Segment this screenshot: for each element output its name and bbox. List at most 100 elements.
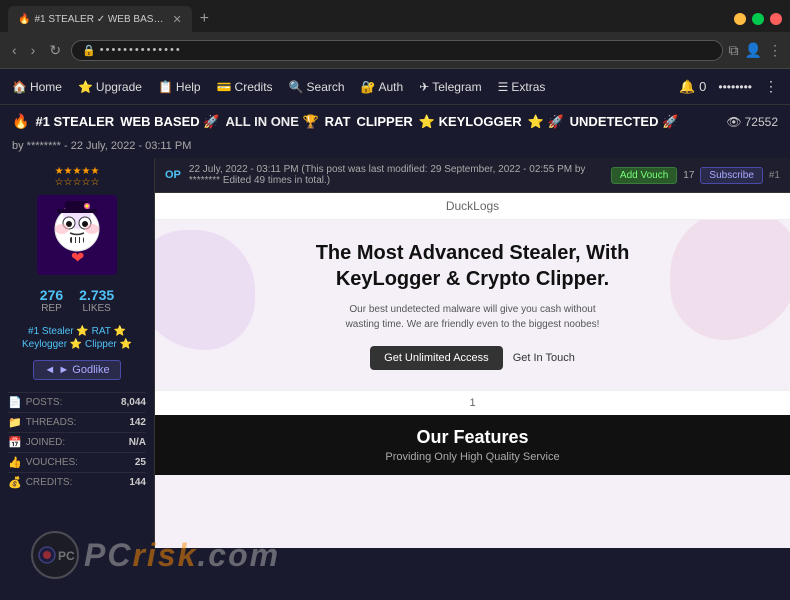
add-vouch-button[interactable]: Add Vouch [611, 167, 677, 184]
post-op-label: OP [165, 169, 181, 181]
subscribe-button[interactable]: Subscribe [700, 167, 762, 184]
address-bar-row: ‹ › ↻ 🔒 •••••••••••••• ⧉ 👤 ⋮ [0, 32, 790, 68]
nav-upgrade-label: Upgrade [96, 80, 142, 94]
thread-undetected-label: UNDETECTED 🚀 [570, 114, 679, 130]
likes-stat: 2.735 LIKES [79, 287, 114, 314]
extensions-icon[interactable]: ⧉ [729, 42, 739, 59]
svg-text:PC: PC [58, 549, 75, 563]
profile-icon[interactable]: 👤 [745, 42, 762, 59]
help-icon: 📋 [158, 80, 173, 94]
back-button[interactable]: ‹ [8, 40, 21, 60]
avatar: ❤ [37, 195, 117, 275]
nav-help[interactable]: 📋 Help [158, 80, 201, 94]
threads-row: 📁 THREADS: 142 [8, 412, 146, 432]
threads-icon: 📁 [8, 416, 22, 429]
telegram-icon: ✈ [419, 80, 429, 94]
post-date: 22 July, 2022 - 03:11 PM (This post was … [189, 164, 603, 186]
site-hero-buttons: Get Unlimited Access Get In Touch [185, 346, 760, 370]
embedded-site: DuckLogs The Most Advanced Stealer, With… [155, 193, 790, 548]
refresh-button[interactable]: ↻ [45, 40, 65, 61]
site-features-bar: Our Features Providing Only High Quality… [155, 415, 790, 475]
vouches-label: VOUCHES: [26, 457, 135, 468]
threads-label: THREADS: [26, 417, 130, 428]
nav-home[interactable]: 🏠 Home [12, 80, 62, 94]
credits-value: 144 [129, 477, 146, 488]
views-number: 72552 [745, 115, 778, 129]
site-logo-text: DuckLogs [446, 199, 499, 213]
site-hero: The Most Advanced Stealer, WithKeyLogger… [155, 220, 790, 390]
browser-chrome: 🔥 #1 STEALER ✓ WEB BASED 🚀 ... ✕ + ‹ › ↻… [0, 0, 790, 69]
tab-close-button[interactable]: ✕ [172, 13, 181, 26]
thread-title-bar: 🔥 #1 STEALER WEB BASED 🚀 ALL IN ONE 🏆 RA… [0, 105, 790, 138]
forum-nav: 🏠 Home ⭐ Upgrade 📋 Help 💳 Credits 🔍 Sear… [0, 69, 790, 105]
posts-label: POSTS: [26, 397, 121, 408]
forward-button[interactable]: › [27, 40, 40, 60]
badge-line-2: Keylogger ⭐ Clipper ⭐ [22, 339, 132, 350]
nav-extras[interactable]: ☰ Extras [498, 80, 546, 94]
page-number: 1 [469, 397, 475, 409]
joined-value: N/A [129, 437, 146, 448]
vouches-value: 25 [135, 457, 146, 468]
post-number: #1 [769, 170, 780, 181]
user-top-stars: ★★★★★ [55, 166, 100, 177]
badge-line-1: #1 Stealer ⭐ RAT ⭐ [22, 326, 132, 337]
get-in-touch-button[interactable]: Get In Touch [513, 346, 575, 370]
nav-search[interactable]: 🔍 Search [289, 80, 345, 94]
nav-telegram-label: Telegram [432, 80, 481, 94]
forum-nav-right: 🔔 0 •••••••• ⋮ [679, 78, 778, 95]
rep-stat: 276 REP [40, 287, 63, 314]
user-stats: 276 REP 2.735 LIKES [40, 287, 114, 314]
user-bottom-stars: ☆☆☆☆☆ [55, 177, 100, 188]
search-icon: 🔍 [289, 80, 304, 94]
nav-auth[interactable]: 🔐 Auth [361, 80, 404, 94]
minimize-button[interactable] [734, 13, 746, 25]
site-hero-title: The Most Advanced Stealer, WithKeyLogger… [185, 240, 760, 292]
vouch-count: 17 [683, 170, 694, 181]
lock-icon: 🔒 [82, 44, 96, 57]
close-window-button[interactable] [770, 13, 782, 25]
menu-icon[interactable]: ⋮ [768, 42, 782, 59]
tab-favicon: 🔥 [18, 14, 30, 25]
features-subtitle: Providing Only High Quality Service [175, 451, 770, 463]
credits-row: 💰 CREDITS: 144 [8, 472, 146, 492]
credits-icon: 💳 [217, 80, 232, 94]
user-rating-stars: ★★★★★ ☆☆☆☆☆ [55, 166, 100, 188]
upgrade-icon: ⭐ [78, 80, 93, 94]
thread-title: #1 STEALER WEB BASED 🚀 ALL IN ONE 🏆 RAT … [35, 114, 678, 130]
features-title: Our Features [175, 427, 770, 448]
joined-icon: 📅 [8, 436, 22, 449]
posts-value: 8,044 [121, 397, 146, 408]
tab-bar: 🔥 #1 STEALER ✓ WEB BASED 🚀 ... ✕ + [0, 0, 790, 32]
nav-home-label: Home [30, 80, 62, 94]
get-access-button[interactable]: Get Unlimited Access [370, 346, 503, 370]
main-area: ★★★★★ ☆☆☆☆☆ [0, 158, 790, 548]
joined-label: JOINED: [26, 437, 129, 448]
thread-stars-label: ⭐ 🚀 [528, 114, 564, 130]
notification-bell-icon[interactable]: 🔔 0 [679, 79, 706, 95]
extras-icon: ☰ [498, 80, 509, 94]
nav-search-label: Search [307, 80, 345, 94]
credits-label: CREDITS: [26, 477, 130, 488]
site-hero-subtitle: Our best undetected malware will give yo… [343, 302, 603, 332]
rep-label: REP [40, 303, 63, 314]
new-tab-button[interactable]: + [196, 10, 213, 28]
avatar-wrapper: ❤ [37, 195, 117, 275]
rank-badge: ◄ ► Godlike [33, 360, 120, 380]
maximize-button[interactable] [752, 13, 764, 25]
rank-text: ◄ ► Godlike [44, 364, 109, 376]
vouches-row: 👍 VOUCHES: 25 [8, 452, 146, 472]
forum-username[interactable]: •••••••• [718, 80, 752, 94]
nav-telegram[interactable]: ✈ Telegram [419, 80, 481, 94]
thread-webbased-label: WEB BASED 🚀 [120, 114, 219, 130]
active-tab[interactable]: 🔥 #1 STEALER ✓ WEB BASED 🚀 ... ✕ [8, 6, 192, 32]
posts-row: 📄 POSTS: 8,044 [8, 392, 146, 412]
window-controls [734, 13, 782, 25]
nav-auth-label: Auth [379, 80, 404, 94]
address-bar[interactable]: 🔒 •••••••••••••• [71, 40, 722, 61]
nav-upgrade[interactable]: ⭐ Upgrade [78, 80, 142, 94]
forum-menu-button[interactable]: ⋮ [764, 78, 778, 95]
post-actions: Add Vouch 17 Subscribe #1 [611, 167, 780, 184]
thread-fire-icon: 🔥 [12, 113, 29, 130]
nav-credits[interactable]: 💳 Credits [217, 80, 273, 94]
credits-icon: 💰 [8, 476, 22, 489]
